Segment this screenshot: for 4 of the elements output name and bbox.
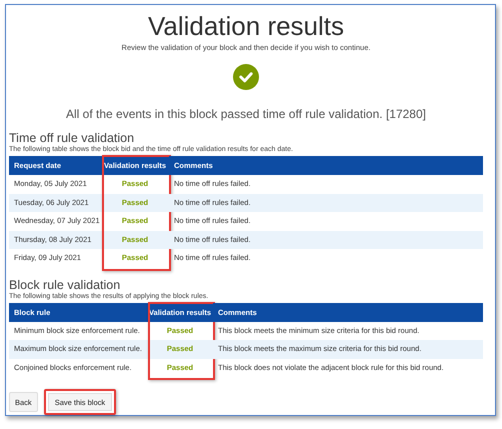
status-message: All of the events in this block passed time off rule validation. [17280] [65, 107, 427, 121]
section-heading: Time off rule validation [9, 131, 136, 145]
page-title: Validation results [146, 10, 346, 43]
section-heading: Block rule validation [9, 278, 122, 292]
